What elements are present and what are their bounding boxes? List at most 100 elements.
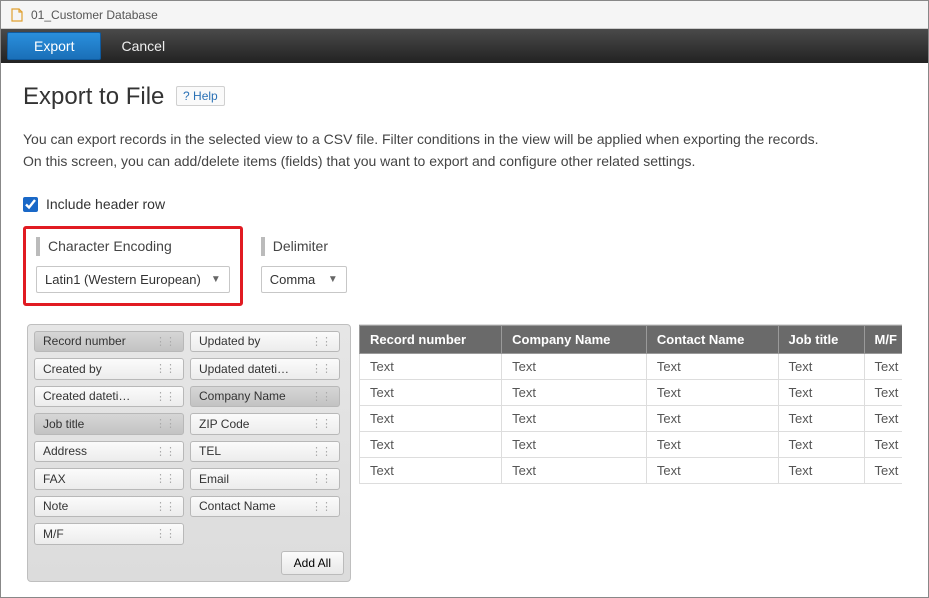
column-header[interactable]: Job title	[778, 325, 864, 353]
field-item[interactable]: Updated by ⋮⋮	[190, 331, 340, 353]
table-cell: Text	[864, 405, 902, 431]
table-cell: Text	[646, 405, 778, 431]
table-row: TextTextTextTextText	[360, 405, 903, 431]
table-cell: Text	[646, 431, 778, 457]
drag-grip-icon: ⋮⋮	[155, 417, 175, 430]
table-cell: Text	[778, 405, 864, 431]
include-header-checkbox[interactable]	[23, 197, 38, 212]
field-item[interactable]: TEL ⋮⋮	[190, 441, 340, 463]
field-item-label: Created dateti…	[43, 389, 130, 403]
column-header[interactable]: Record number	[360, 325, 502, 353]
drag-grip-icon: ⋮⋮	[155, 500, 175, 513]
field-item[interactable]: ZIP Code ⋮⋮	[190, 413, 340, 435]
drag-grip-icon: ⋮⋮	[311, 500, 331, 513]
preview-table-wrap[interactable]: Record numberCompany NameContact NameJob…	[359, 324, 902, 582]
drag-grip-icon: ⋮⋮	[155, 472, 175, 485]
page-title: Export to File	[23, 83, 164, 111]
table-cell: Text	[864, 431, 902, 457]
table-cell: Text	[864, 457, 902, 483]
table-cell: Text	[360, 457, 502, 483]
table-cell: Text	[778, 353, 864, 379]
desc-line-1: You can export records in the selected v…	[23, 131, 819, 147]
table-row: TextTextTextTextText	[360, 379, 903, 405]
drag-grip-icon: ⋮⋮	[155, 335, 175, 348]
drag-grip-icon: ⋮⋮	[311, 417, 331, 430]
field-item[interactable]: Record number ⋮⋮	[34, 331, 184, 353]
drag-grip-icon: ⋮⋮	[311, 335, 331, 348]
encoding-highlight: Character Encoding Latin1 (Western Europ…	[23, 226, 243, 305]
field-item-label: Updated by	[199, 334, 260, 348]
field-item[interactable]: M/F⋮⋮	[34, 523, 184, 545]
window-titlebar: 01_Customer Database	[1, 1, 928, 29]
table-row: TextTextTextTextText	[360, 353, 903, 379]
delimiter-select[interactable]: Comma ▼	[261, 266, 347, 293]
table-cell: Text	[864, 353, 902, 379]
field-item[interactable]: Note ⋮⋮	[34, 496, 184, 518]
drag-grip-icon: ⋮⋮	[311, 445, 331, 458]
field-item-label: Company Name	[199, 389, 286, 403]
window-title: 01_Customer Database	[31, 8, 158, 22]
field-item-label: Note	[43, 499, 68, 513]
field-item-label: Job title	[43, 417, 84, 431]
chevron-down-icon: ▼	[211, 274, 221, 285]
drag-grip-icon: ⋮⋮	[155, 362, 175, 375]
action-toolbar: Export Cancel	[1, 29, 928, 63]
drag-grip-icon: ⋮⋮	[155, 390, 175, 403]
table-cell: Text	[778, 431, 864, 457]
field-item[interactable]: Job title ⋮⋮	[34, 413, 184, 435]
table-cell: Text	[360, 379, 502, 405]
field-item[interactable]: Company Name ⋮⋮	[190, 386, 340, 408]
field-picker-panel: Record number⋮⋮Updated by⋮⋮Created by⋮⋮U…	[27, 324, 351, 582]
cancel-button[interactable]: Cancel	[105, 33, 181, 59]
table-cell: Text	[864, 379, 902, 405]
field-item[interactable]: FAX ⋮⋮	[34, 468, 184, 490]
field-item-label: TEL	[199, 444, 221, 458]
column-header[interactable]: M/F	[864, 325, 902, 353]
field-item-label: Updated dateti…	[199, 362, 289, 376]
drag-grip-icon: ⋮⋮	[311, 472, 331, 485]
delimiter-value: Comma	[270, 272, 316, 287]
field-item[interactable]: Created dateti… ⋮⋮	[34, 386, 184, 408]
drag-grip-icon: ⋮⋮	[311, 390, 331, 403]
table-cell: Text	[360, 405, 502, 431]
table-cell: Text	[360, 431, 502, 457]
table-cell: Text	[502, 379, 647, 405]
field-item-label: Address	[43, 444, 87, 458]
field-item-label: Record number	[43, 334, 126, 348]
field-grid: Record number⋮⋮Updated by⋮⋮Created by⋮⋮U…	[34, 331, 344, 545]
table-cell: Text	[646, 379, 778, 405]
table-cell: Text	[360, 353, 502, 379]
preview-table: Record numberCompany NameContact NameJob…	[359, 325, 902, 484]
field-item[interactable]: Created by ⋮⋮	[34, 358, 184, 380]
include-header-label: Include header row	[46, 196, 165, 212]
field-item-label: Created by	[43, 362, 102, 376]
table-cell: Text	[502, 431, 647, 457]
add-all-button[interactable]: Add All	[281, 551, 344, 575]
help-link[interactable]: ? Help	[176, 86, 225, 106]
table-cell: Text	[646, 353, 778, 379]
table-row: TextTextTextTextText	[360, 431, 903, 457]
field-item-label: FAX	[43, 472, 66, 486]
desc-line-2: On this screen, you can add/delete items…	[23, 153, 695, 169]
drag-grip-icon: ⋮⋮	[311, 362, 331, 375]
field-item[interactable]: Address ⋮⋮	[34, 441, 184, 463]
field-item[interactable]: Email⋮⋮	[190, 468, 340, 490]
encoding-label: Character Encoding	[36, 237, 230, 255]
field-item-label: ZIP Code	[199, 417, 249, 431]
drag-grip-icon: ⋮⋮	[155, 445, 175, 458]
table-cell: Text	[502, 405, 647, 431]
encoding-value: Latin1 (Western European)	[45, 272, 201, 287]
field-item[interactable]: Updated dateti… ⋮⋮	[190, 358, 340, 380]
table-cell: Text	[646, 457, 778, 483]
column-header[interactable]: Contact Name	[646, 325, 778, 353]
field-item-label: M/F	[43, 527, 64, 541]
table-cell: Text	[502, 353, 647, 379]
column-header[interactable]: Company Name	[502, 325, 647, 353]
field-item[interactable]: Contact Name ⋮⋮	[190, 496, 340, 518]
export-button[interactable]: Export	[7, 32, 101, 60]
chevron-down-icon: ▼	[328, 274, 338, 285]
encoding-select[interactable]: Latin1 (Western European) ▼	[36, 266, 230, 293]
field-item-label: Contact Name	[199, 499, 276, 513]
table-cell: Text	[778, 379, 864, 405]
page-description: You can export records in the selected v…	[23, 129, 906, 172]
